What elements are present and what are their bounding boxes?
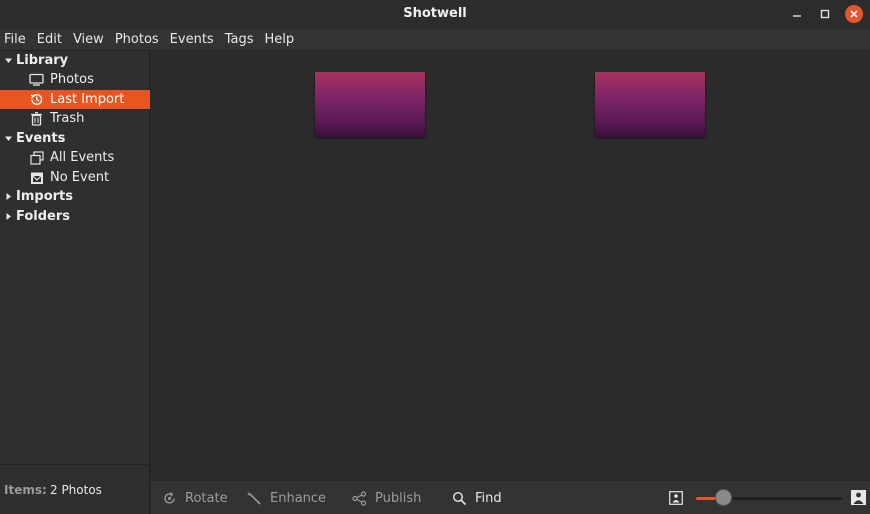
minimize-button[interactable] — [788, 5, 806, 23]
menu-events[interactable]: Events — [170, 32, 219, 47]
maximize-button[interactable] — [816, 5, 834, 23]
share-icon — [351, 490, 367, 506]
collapsed-arrow-icon[interactable] — [3, 192, 13, 202]
title-bar: Shotwell — [0, 0, 870, 29]
menu-view[interactable]: View — [73, 32, 109, 47]
sidebar-item-label: All Events — [50, 150, 115, 165]
close-icon — [850, 10, 858, 18]
status-bar: Items: 2 Photos — [0, 464, 150, 514]
find-button[interactable]: Find — [451, 490, 502, 506]
sidebar-item-last-import[interactable]: Last Import — [0, 90, 150, 109]
sidebar-item-photos[interactable]: Photos — [0, 70, 150, 89]
search-icon — [451, 490, 467, 506]
photo-thumbnail[interactable] — [315, 72, 425, 137]
trash-icon — [29, 111, 44, 126]
sidebar-header-label: Events — [16, 131, 66, 146]
sidebar-header-label: Imports — [16, 189, 73, 204]
maximize-icon — [820, 9, 830, 19]
rotate-label: Rotate — [185, 490, 228, 506]
menu-help[interactable]: Help — [264, 32, 299, 47]
rotate-icon — [161, 490, 177, 506]
sidebar-item-all-events[interactable]: All Events — [0, 148, 150, 167]
sidebar-item-label: Last Import — [50, 92, 125, 107]
zoom-out-icon[interactable] — [669, 491, 683, 505]
bottom-toolbar: Rotate Enhance Publish Find — [151, 480, 870, 514]
sidebar: Library Photos Last Import Trash Events … — [0, 51, 150, 464]
close-button[interactable] — [845, 5, 863, 23]
menu-edit[interactable]: Edit — [37, 32, 67, 47]
window-title: Shotwell — [403, 6, 467, 21]
sidebar-header-folders[interactable]: Folders — [0, 207, 150, 226]
expanded-arrow-icon[interactable] — [3, 134, 13, 144]
publish-button[interactable]: Publish — [351, 490, 421, 506]
publish-label: Publish — [375, 490, 422, 506]
minimize-icon — [793, 15, 801, 17]
no-event-icon — [29, 170, 44, 185]
sidebar-header-events[interactable]: Events — [0, 129, 150, 148]
enhance-label: Enhance — [270, 490, 327, 506]
items-count-value: 2 Photos — [50, 483, 102, 497]
sidebar-item-label: Photos — [50, 72, 94, 87]
zoom-in-icon[interactable] — [851, 490, 866, 505]
history-icon — [29, 92, 44, 107]
sidebar-item-no-event[interactable]: No Event — [0, 168, 150, 187]
items-count-label: Items: — [4, 483, 47, 497]
sidebar-item-trash[interactable]: Trash — [0, 109, 150, 128]
sidebar-header-label: Folders — [16, 209, 71, 224]
sidebar-header-library[interactable]: Library — [0, 51, 150, 70]
rotate-button[interactable]: Rotate — [161, 490, 228, 506]
sidebar-item-label: Trash — [50, 111, 85, 126]
photo-grid — [151, 51, 870, 480]
find-label: Find — [475, 490, 502, 506]
expanded-arrow-icon[interactable] — [3, 56, 13, 66]
collapsed-arrow-icon[interactable] — [3, 212, 13, 222]
sidebar-header-label: Library — [16, 53, 69, 68]
sidebar-item-label: No Event — [50, 170, 110, 185]
all-events-icon — [29, 150, 44, 165]
menu-tags[interactable]: Tags — [225, 32, 259, 47]
enhance-button[interactable]: Enhance — [246, 490, 326, 506]
zoom-slider-handle[interactable] — [715, 489, 733, 506]
menu-photos[interactable]: Photos — [115, 32, 164, 47]
magic-wand-icon — [246, 490, 262, 506]
menu-file[interactable]: File — [4, 32, 31, 47]
photo-thumbnail[interactable] — [595, 72, 705, 137]
menu-bar: File Edit View Photos Events Tags Help — [0, 29, 870, 51]
monitor-icon — [29, 72, 44, 87]
sidebar-header-imports[interactable]: Imports — [0, 187, 150, 206]
